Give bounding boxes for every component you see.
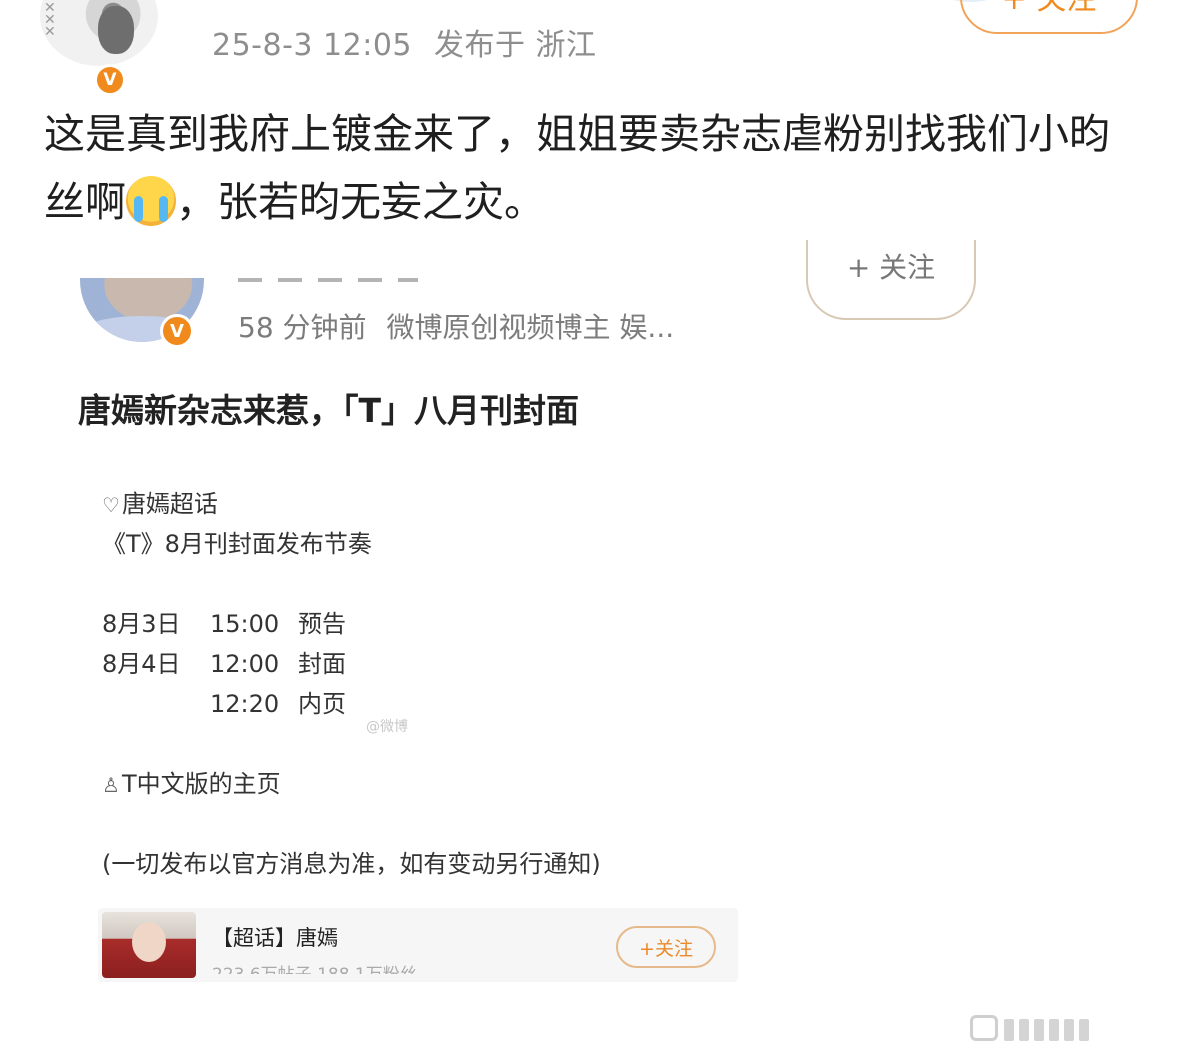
author-avatar[interactable]: ✕ ✕ ✕ xyxy=(40,0,168,68)
embedded-time: 58 分钟前 xyxy=(238,311,367,344)
topic-thumbnail xyxy=(102,912,196,978)
topic-card[interactable]: 【超话】唐嫣 223.6万帖子 188.1万粉丝 +关注 xyxy=(98,908,738,982)
verified-badge-icon: V xyxy=(94,64,126,96)
embedded-verified-badge-icon: V xyxy=(160,314,194,348)
schedule-event: 内页 xyxy=(298,690,346,718)
schedule-time: 12:20 xyxy=(210,690,280,718)
schedule-heading: 《T》8月刊封面发布节奏 xyxy=(102,530,372,558)
diamond-icon: ♡ xyxy=(102,493,120,517)
embedded-follow-label: + 关注 xyxy=(846,251,936,284)
schedule-date: 8月4日 xyxy=(102,650,181,678)
schedule-time: 12:00 xyxy=(210,650,280,678)
avatar-image: ✕ ✕ ✕ xyxy=(40,0,158,66)
app-logo-icon xyxy=(970,1014,1089,1042)
post-location: 发布于 浙江 xyxy=(434,28,597,63)
topic-card-stats: 223.6万帖子 188.1万粉丝 xyxy=(212,960,417,974)
avatar-figure xyxy=(98,6,134,54)
embedded-body: ♡唐嫣超话 《T》8月刊封面发布节奏 8月3日 15:00 预告 8月4日 12:00… xyxy=(102,484,601,884)
post-meta: 25-8-3 12:05 发布于 浙江 xyxy=(212,20,597,64)
topic-card-title: 【超话】唐嫣 xyxy=(212,926,338,950)
schedule-event: 预告 xyxy=(298,610,346,638)
schedule-list: 8月3日 15:00 预告 8月4日 12:00 封面 12:20 内页 xyxy=(102,604,601,724)
embedded-screenshot[interactable]: V 58 分钟前 微博原创视频博主 娱... 唐嫣新杂志来惹，「T」八月刊封面 ♡… xyxy=(68,278,788,1028)
embedded-author-name-fragment xyxy=(238,278,418,282)
homepage-link[interactable]: ♙T中文版的主页 xyxy=(102,764,601,804)
schedule-row: 8月3日 15:00 预告 xyxy=(102,604,601,644)
topic-tag-row[interactable]: ♡唐嫣超话 xyxy=(102,484,601,524)
embedded-author-desc: 微博原创视频博主 娱... xyxy=(386,311,675,344)
post-text-part2: ，张若昀无妄之灾。 xyxy=(176,178,545,226)
embedded-title: 唐嫣新杂志来惹，「T」八月刊封面 xyxy=(78,391,580,430)
embedded-meta: 58 分钟前 微博原创视频博主 娱... xyxy=(238,306,674,346)
post-body: 这是真到我府上镀金来了，姐姐要卖杂志虐粉别找我们小昀丝啊 ，张若昀无妄之灾。 xyxy=(44,100,1144,236)
person-icon: ♙ xyxy=(102,773,120,797)
image-watermark: @微博 xyxy=(366,719,408,735)
schedule-event: 封面 xyxy=(298,650,346,678)
follow-button[interactable]: + 关注 xyxy=(960,0,1138,34)
schedule-row: 12:20 内页 xyxy=(102,684,601,724)
topic-follow-button[interactable]: +关注 xyxy=(616,926,716,968)
schedule-time: 15:00 xyxy=(210,610,280,638)
notice-text: (一切发布以官方消息为准，如有变动另行通知) xyxy=(102,850,601,878)
crying-emoji-icon xyxy=(126,176,176,226)
embedded-follow-button[interactable]: + 关注 xyxy=(806,240,976,320)
topic-tag: 唐嫣超话 xyxy=(121,490,218,518)
avatar-decoration: ✕ ✕ ✕ xyxy=(44,0,56,40)
schedule-row: 8月4日 12:00 封面 xyxy=(102,644,601,684)
homepage-link-label: T中文版的主页 xyxy=(121,770,281,798)
schedule-date: 8月3日 xyxy=(102,610,181,638)
post-timestamp: 25-8-3 12:05 xyxy=(212,28,412,63)
